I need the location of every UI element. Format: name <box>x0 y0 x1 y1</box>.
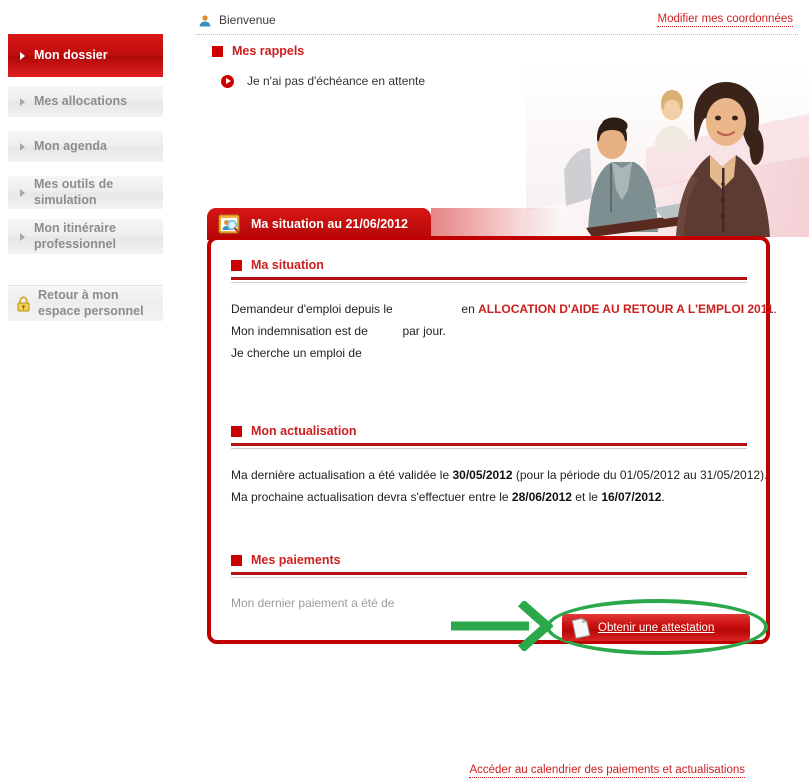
rappels-heading-label: Mes rappels <box>232 44 304 58</box>
actualisation-line2-c: . <box>661 490 664 504</box>
section-mon-actualisation-header: Mon actualisation <box>231 424 747 449</box>
welcome-row: Bienvenue Modifier mes coordonnées <box>196 13 796 31</box>
sidebar-item-label: Mon dossier <box>34 48 108 63</box>
actualisation-line2-a: Ma prochaine actualisation devra s'effec… <box>231 490 512 504</box>
section-divider-thick <box>231 443 747 446</box>
situation-panel: Ma situation Demandeur d'emploi depuis l… <box>207 236 770 644</box>
panel-tab-glow <box>431 208 561 238</box>
sidebar-item-label: Mon agenda <box>34 139 107 154</box>
rappels-item-label: Je n'ai pas d'échéance en attente <box>247 74 425 88</box>
sidebar-item-mes-outils-de-simulation[interactable]: Mes outils de simulation <box>8 176 163 210</box>
section-heading-label: Mes paiements <box>251 553 341 567</box>
sidebar-item-label: Mes outils de simulation <box>34 177 163 208</box>
section-divider-thick <box>231 572 747 575</box>
situation-line1-mid: en <box>461 302 474 316</box>
sidebar-item-label: Mon itinéraire professionnel <box>34 221 163 252</box>
chevron-right-icon <box>20 98 25 106</box>
obtenir-attestation-button[interactable]: Obtenir une attestation <box>562 614 750 641</box>
sidebar-item-mon-itineraire-professionnel[interactable]: Mon itinéraire professionnel <box>8 219 163 255</box>
situation-line1-prefix: Demandeur d'emploi depuis le <box>231 302 393 316</box>
chevron-right-icon <box>20 52 25 60</box>
lock-icon <box>16 296 31 312</box>
search-document-icon <box>218 213 240 235</box>
situation-allocation-name: ALLOCATION D'AIDE AU RETOUR A L'EMPLOI 2… <box>478 302 773 316</box>
chevron-right-icon <box>20 143 25 151</box>
actualisation-line-2: Ma prochaine actualisation devra s'effec… <box>231 490 665 504</box>
edit-contact-info-link[interactable]: Modifier mes coordonnées <box>657 13 793 27</box>
actualisation-line-1: Ma dernière actualisation a été validée … <box>231 468 767 482</box>
sidebar-item-retour-espace-personnel[interactable]: Retour à mon espace personnel <box>8 285 163 321</box>
chevron-right-icon <box>20 189 25 197</box>
situation-line-3: Je cherche un emploi de <box>231 346 362 360</box>
main-content: Bienvenue Modifier mes coordonnées Mes r… <box>196 0 809 660</box>
panel-tab-title: Ma situation au 21/06/2012 <box>251 217 408 231</box>
sidebar-item-mon-dossier[interactable]: Mon dossier <box>8 34 163 78</box>
sidebar-item-mes-allocations[interactable]: Mes allocations <box>8 86 163 118</box>
section-divider-thick <box>231 277 747 280</box>
situation-line-1: Demandeur d'emploi depuis le en ALLOCATI… <box>231 302 777 316</box>
sidebar-item-label: Mes allocations <box>34 94 127 109</box>
play-circle-icon <box>221 75 234 88</box>
actualisation-validation-date: 30/05/2012 <box>452 468 512 482</box>
square-marker-icon <box>212 46 223 57</box>
section-divider-thin <box>231 577 747 578</box>
section-divider-thin <box>231 282 747 283</box>
green-arrow-annotation <box>451 601 553 651</box>
obtenir-attestation-label: Obtenir une attestation <box>598 622 714 634</box>
section-mes-paiements-header: Mes paiements <box>231 553 747 578</box>
sidebar-item-mon-agenda[interactable]: Mon agenda <box>8 131 163 163</box>
square-marker-icon <box>231 426 242 437</box>
square-marker-icon <box>231 555 242 566</box>
section-heading-label: Mon actualisation <box>251 424 357 438</box>
actualisation-next-end-date: 16/07/2012 <box>601 490 661 504</box>
banner-photo <box>526 60 809 237</box>
chevron-right-icon <box>20 233 25 241</box>
sidebar: Mon dossier Mes allocations Mon agenda M… <box>0 0 170 660</box>
header-divider <box>196 34 798 35</box>
calendar-link[interactable]: Accéder au calendrier des paiements et a… <box>469 764 745 778</box>
rappels-list-item: Je n'ai pas d'échéance en attente <box>221 74 425 88</box>
situation-line1-suffix: . <box>773 302 776 316</box>
situation-line-2: Mon indemnisation est de par jour. <box>231 324 446 338</box>
actualisation-line1-a: Ma dernière actualisation a été validée … <box>231 468 452 482</box>
paiements-line-1: Mon dernier paiement a été de <box>231 596 394 610</box>
section-ma-situation-header: Ma situation <box>231 258 747 283</box>
rappels-heading: Mes rappels <box>212 44 304 58</box>
situation-line2-suffix: par jour. <box>402 324 445 338</box>
welcome-text: Bienvenue <box>219 13 276 27</box>
actualisation-next-start-date: 28/06/2012 <box>512 490 572 504</box>
document-icon <box>570 617 592 639</box>
section-heading-label: Ma situation <box>251 258 324 272</box>
section-divider-thin <box>231 448 747 449</box>
actualisation-line2-b: et le <box>572 490 601 504</box>
square-marker-icon <box>231 260 242 271</box>
sidebar-footer-label: Retour à mon espace personnel <box>38 288 163 319</box>
user-icon <box>198 14 212 28</box>
actualisation-line1-b: (pour la période du 01/05/2012 au 31/05/… <box>513 468 768 482</box>
situation-line2-prefix: Mon indemnisation est de <box>231 324 368 338</box>
